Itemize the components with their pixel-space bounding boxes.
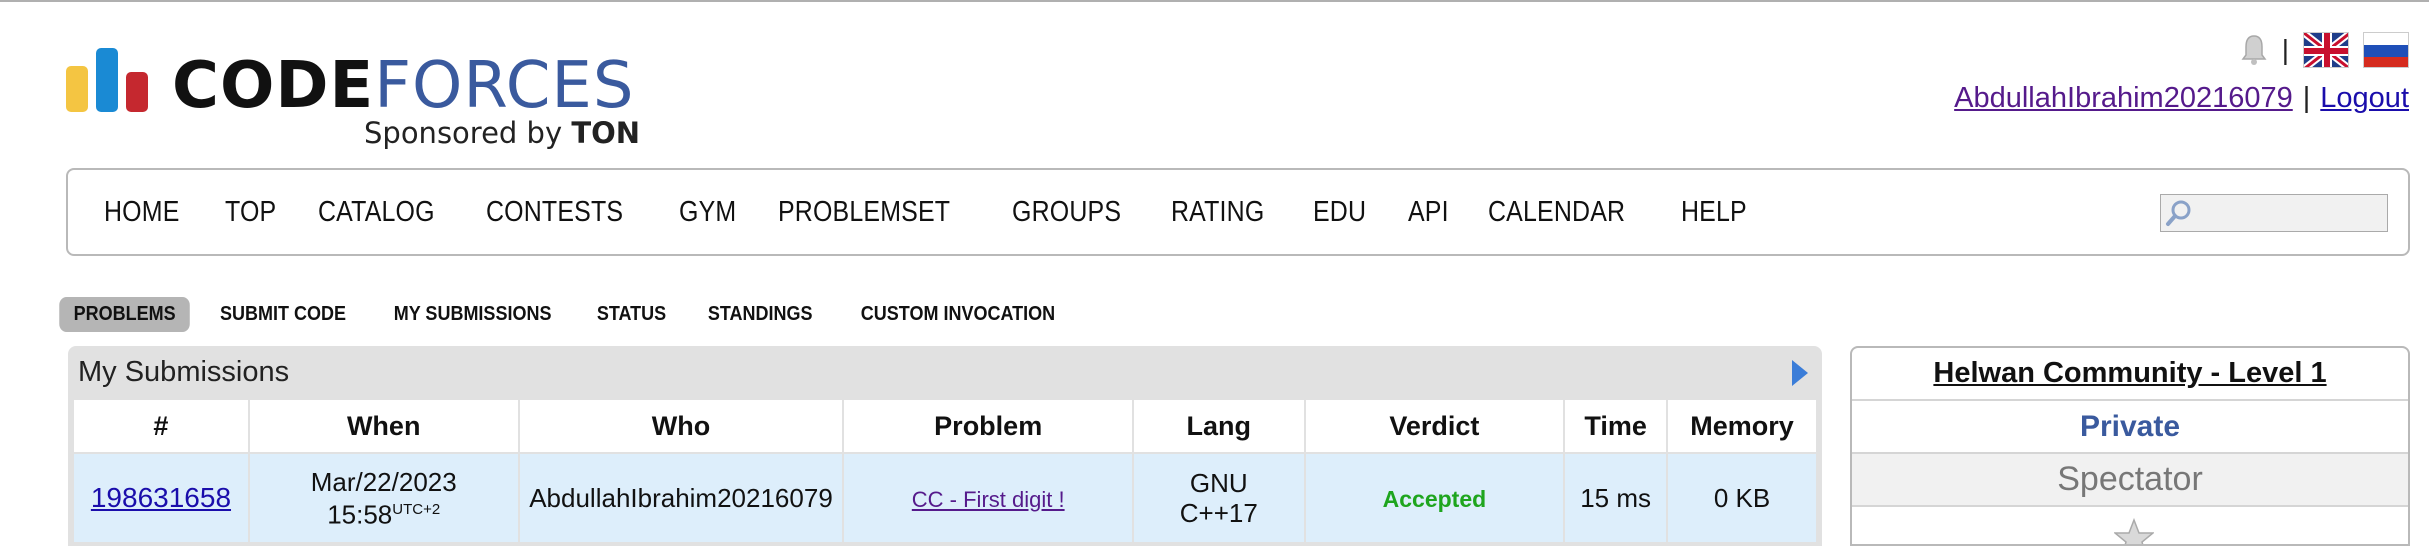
tab-submit-code[interactable]: SUBMIT CODE	[206, 297, 361, 332]
search-icon	[2165, 198, 2195, 228]
visibility-label: Private	[2079, 409, 2181, 443]
logo-bar-red	[126, 72, 148, 112]
sponsor-name: TON	[571, 116, 641, 150]
logo-bar-yellow	[66, 66, 88, 112]
header-separator: |	[2281, 34, 2289, 65]
russia-flag-icon[interactable]	[2363, 32, 2409, 68]
menu-item-rating[interactable]: RATING	[1171, 196, 1264, 229]
column-header-problem: Problem	[842, 398, 1134, 454]
menu-item-catalog[interactable]: CATALOG	[318, 196, 435, 229]
user-links: AbdullahIbrahim20216079 | Logout	[1954, 82, 2409, 115]
menu-item-gym[interactable]: GYM	[679, 196, 736, 229]
column-header-who: Who	[517, 398, 845, 454]
when-date: Mar/22/2023	[310, 466, 457, 497]
cell-who: AbdullahIbrahim20216079	[517, 452, 845, 544]
main-menu: HOME TOP CATALOG CONTESTS GYM PROBLEMSET…	[66, 168, 2410, 256]
top-border	[0, 0, 2429, 2]
table-header-row: # When Who Problem Lang Verdict Time Mem…	[72, 398, 1818, 454]
cell-when: Mar/22/2023 15:58UTC+2	[247, 452, 520, 544]
column-header-id: #	[72, 398, 250, 454]
search-input[interactable]	[2160, 194, 2388, 232]
group-title-row: Helwan Community - Level 1	[1852, 348, 2408, 401]
column-header-lang: Lang	[1131, 398, 1306, 454]
cell-problem: CC - First digit !	[842, 452, 1134, 544]
logout-link[interactable]: Logout	[2320, 82, 2409, 114]
tab-standings[interactable]: STANDINGS	[693, 297, 826, 332]
menu-item-top[interactable]: TOP	[225, 196, 276, 229]
star-icon[interactable]	[2112, 517, 2156, 544]
header-user-area: | AbdullahIbrahim20216079 | Logout	[1849, 30, 2409, 120]
menu-item-api[interactable]: API	[1408, 196, 1449, 229]
role-label: Spectator	[2057, 460, 2203, 498]
column-header-when: When	[247, 398, 520, 454]
cell-verdict: Accepted	[1303, 452, 1566, 544]
tab-my-submissions[interactable]: MY SUBMISSIONS	[380, 297, 566, 332]
cell-lang: GNU C++17	[1131, 452, 1306, 544]
sponsor-line: Sponsored by TON	[364, 116, 640, 150]
codeforces-logo[interactable]: CODEFORCES Sponsored by TON	[66, 48, 640, 150]
lang-line-2: C++17	[1179, 498, 1258, 528]
tab-status[interactable]: STATUS	[582, 297, 680, 332]
bell-icon[interactable]	[2240, 33, 2268, 67]
role-row: Spectator	[1852, 454, 2408, 507]
menu-item-problemset[interactable]: PROBLEMSET	[778, 196, 950, 229]
cell-memory: 0 KB	[1666, 452, 1818, 544]
when-time-line: 15:58UTC+2	[251, 496, 517, 530]
menu-item-edu[interactable]: EDU	[1313, 196, 1366, 229]
username-link[interactable]: AbdullahIbrahim20216079	[1954, 82, 2293, 114]
tab-problems[interactable]: PROBLEMS	[59, 296, 191, 332]
column-header-memory: Memory	[1666, 398, 1818, 454]
logo-bars-icon	[66, 48, 148, 112]
group-sidebar-box: Helwan Community - Level 1 Private Spect…	[1850, 346, 2410, 546]
menu-item-calendar[interactable]: CALENDAR	[1488, 196, 1625, 229]
contest-subnav: PROBLEMS SUBMIT CODE MY SUBMISSIONS STAT…	[52, 294, 1082, 334]
group-title-link[interactable]: Helwan Community - Level 1	[1933, 357, 2326, 390]
logo-word-forces: FORCES	[374, 49, 635, 123]
cell-time: 15 ms	[1563, 452, 1669, 544]
menu-item-contests[interactable]: CONTESTS	[486, 196, 623, 229]
menu-item-groups[interactable]: GROUPS	[1012, 196, 1121, 229]
when-time: 15:58	[327, 499, 393, 530]
expand-arrow-icon[interactable]	[1792, 360, 1808, 386]
pipe-separator: |	[2302, 82, 2311, 114]
logo-bar-blue	[96, 48, 118, 112]
column-header-verdict: Verdict	[1303, 398, 1566, 454]
language-bar: |	[2240, 30, 2409, 70]
panel-title: My Submissions	[78, 356, 290, 388]
submission-id-link[interactable]: 198631658	[91, 482, 231, 513]
cell-id: 198631658	[72, 452, 250, 544]
submissions-table: # When Who Problem Lang Verdict Time Mem…	[72, 398, 1818, 544]
logo-word-code: CODE	[172, 49, 375, 123]
my-submissions-panel: My Submissions # When Who Problem Lang V…	[68, 346, 1822, 546]
visibility-row: Private	[1852, 401, 2408, 454]
menu-item-home[interactable]: HOME	[104, 196, 180, 229]
lang-line-1: GNU	[1189, 468, 1248, 498]
logo-wordmark: CODEFORCES	[172, 54, 634, 118]
uk-flag-icon[interactable]	[2303, 32, 2349, 68]
verdict-label[interactable]: Accepted	[1383, 486, 1487, 512]
sponsor-prefix: Sponsored by	[364, 116, 572, 150]
table-row: 198631658 Mar/22/2023 15:58UTC+2 Abdulla…	[72, 452, 1818, 544]
column-header-time: Time	[1563, 398, 1669, 454]
menu-item-help[interactable]: HELP	[1681, 196, 1747, 229]
when-timezone: UTC+2	[392, 500, 441, 518]
problem-link[interactable]: CC - First digit !	[912, 487, 1065, 512]
tab-custom-invocation[interactable]: CUSTOM INVOCATION	[846, 297, 1069, 332]
